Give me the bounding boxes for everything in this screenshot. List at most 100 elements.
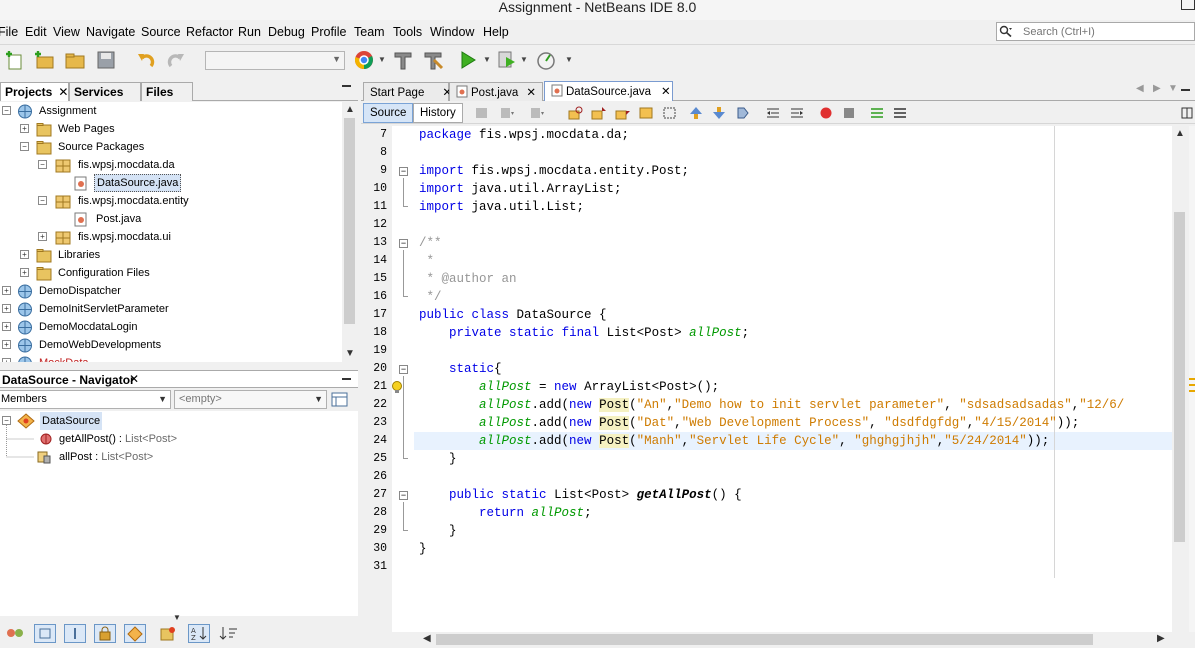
collapse-icon[interactable]: − — [38, 196, 47, 205]
next-bookmark-icon[interactable] — [711, 105, 727, 121]
fold-method-icon[interactable]: − — [399, 491, 408, 500]
close-icon[interactable]: ✕ — [661, 86, 671, 98]
menu-help[interactable]: Help — [483, 25, 509, 39]
code-editor[interactable]: package fis.wpsj.mocdata.da; import fis.w… — [414, 126, 1172, 632]
menu-navigate[interactable]: Navigate — [86, 25, 135, 39]
show-opened-documents-icon[interactable]: ▼ — [1168, 83, 1178, 94]
back-icon[interactable] — [499, 105, 515, 121]
hint-bulb-icon[interactable] — [390, 380, 404, 394]
clean-build-icon[interactable] — [422, 49, 444, 71]
code-line[interactable]: } — [419, 522, 457, 540]
collapse-icon[interactable]: − — [2, 106, 11, 115]
run-dropdown-icon[interactable]: ▼ — [483, 55, 491, 64]
expand-icon[interactable]: + — [20, 268, 29, 277]
new-file-icon[interactable] — [4, 49, 26, 71]
comment-icon[interactable] — [869, 105, 885, 121]
menu-tools[interactable]: Tools — [393, 25, 422, 39]
scroll-left-icon[interactable]: ◀ — [423, 633, 431, 644]
code-line[interactable]: } — [419, 450, 457, 468]
close-icon[interactable]: ✕ — [129, 372, 139, 386]
code-line[interactable]: * — [419, 252, 435, 270]
maximize-editor-icon[interactable] — [1181, 89, 1190, 91]
split-editor-icon[interactable] — [1179, 105, 1195, 121]
collapse-icon[interactable]: − — [38, 160, 47, 169]
expand-icon[interactable]: + — [2, 304, 11, 313]
scroll-thumb[interactable] — [436, 634, 1093, 645]
close-icon[interactable]: ✕ — [58, 85, 68, 99]
warning-marker[interactable] — [1189, 384, 1195, 386]
menu-team[interactable]: Team — [354, 25, 385, 39]
save-all-icon[interactable] — [95, 49, 117, 71]
tab-services[interactable]: Services — [69, 82, 141, 101]
code-line[interactable]: allPost.add(new Post("Dat","Web Developm… — [419, 414, 1079, 432]
show-private-toggle[interactable] — [94, 624, 116, 643]
code-line[interactable]: public class DataSource { — [419, 306, 607, 324]
menu-view[interactable]: View — [53, 25, 80, 39]
find-next-icon[interactable] — [615, 105, 631, 121]
scroll-up-icon[interactable]: ▲ — [1175, 128, 1185, 139]
error-stripe[interactable] — [1189, 126, 1195, 632]
browser-dropdown-icon[interactable]: ▼ — [378, 55, 386, 64]
minimize-icon[interactable] — [342, 378, 351, 380]
menu-refactor[interactable]: Refactor — [186, 25, 233, 39]
code-line[interactable]: } — [419, 540, 427, 558]
maximize-button[interactable] — [1181, 0, 1195, 10]
expand-icon[interactable]: + — [2, 340, 11, 349]
menu-debug[interactable]: Debug — [268, 25, 305, 39]
debug-project-icon[interactable] — [496, 49, 518, 71]
code-line[interactable]: allPost = new ArrayList<Post>(); — [419, 378, 719, 396]
configuration-combo[interactable]: ▼ — [205, 51, 345, 70]
debug-dropdown-icon[interactable]: ▼ — [520, 55, 528, 64]
new-project-icon[interactable] — [33, 49, 55, 71]
tab-start-page[interactable]: Start Page ✕ — [363, 82, 452, 101]
tab-post-java[interactable]: Post.java ✕ — [449, 82, 543, 101]
search-box[interactable] — [996, 22, 1195, 41]
run-project-icon[interactable] — [457, 49, 479, 71]
forward-icon[interactable] — [529, 105, 545, 121]
toggle-rectangular-selection-icon[interactable] — [662, 105, 678, 121]
code-line[interactable]: import java.util.ArrayList; — [419, 180, 622, 198]
toggle-bookmark-icon[interactable] — [735, 105, 751, 121]
show-fields-toggle[interactable] — [34, 624, 56, 643]
code-line[interactable]: private static final List<Post> allPost; — [419, 324, 749, 342]
build-project-icon[interactable] — [392, 49, 414, 71]
tab-projects[interactable]: Projects ✕ — [0, 82, 69, 101]
warning-marker[interactable] — [1189, 390, 1195, 392]
source-view-button[interactable]: Source — [363, 103, 414, 123]
fold-imports-icon[interactable]: − — [399, 167, 408, 176]
code-line[interactable]: */ — [419, 288, 442, 306]
code-line[interactable]: public static List<Post> getAllPost() { — [419, 486, 742, 504]
scroll-tabs-right-icon[interactable]: ▶ — [1153, 83, 1161, 94]
menu-source[interactable]: Source — [141, 25, 181, 39]
code-line[interactable]: allPost.add(new Post("Manh","Servlet Lif… — [419, 432, 1049, 450]
code-line[interactable]: * @author an — [419, 270, 517, 288]
collapse-icon[interactable]: − — [20, 142, 29, 151]
code-line[interactable]: static{ — [419, 360, 502, 378]
toggle-highlight-icon[interactable] — [638, 105, 654, 121]
menu-window[interactable]: Window — [430, 25, 474, 39]
start-macro-icon[interactable] — [818, 105, 834, 121]
editor-horizontal-scrollbar[interactable]: ◀ ▶ — [414, 632, 1172, 648]
scroll-thumb[interactable] — [344, 118, 355, 324]
menu-file[interactable]: File — [0, 25, 18, 39]
show-static-toggle[interactable] — [64, 624, 86, 643]
navigator-options-icon[interactable] — [331, 391, 348, 408]
expand-icon[interactable]: + — [2, 358, 11, 362]
search-input[interactable] — [1023, 24, 1191, 39]
sort-order-icon[interactable] — [218, 624, 240, 643]
expand-icon[interactable]: + — [20, 250, 29, 259]
shift-left-icon[interactable] — [765, 105, 781, 121]
code-line[interactable]: allPost.add(new Post("An","Demo how to i… — [419, 396, 1124, 414]
scroll-right-icon[interactable]: ▶ — [1157, 633, 1165, 644]
history-view-button[interactable]: History — [413, 103, 463, 123]
profile-dropdown-icon[interactable]: ▼ — [565, 55, 573, 64]
minimize-icon[interactable] — [342, 85, 351, 87]
scroll-thumb[interactable] — [1174, 212, 1185, 542]
show-inner-toggle[interactable] — [124, 624, 146, 643]
menu-edit[interactable]: Edit — [25, 25, 47, 39]
code-line[interactable]: return allPost; — [419, 504, 592, 522]
sort-by-source-icon[interactable] — [157, 624, 179, 643]
menu-profile[interactable]: Profile — [311, 25, 346, 39]
previous-bookmark-icon[interactable] — [688, 105, 704, 121]
collapse-icon[interactable]: − — [2, 416, 11, 425]
